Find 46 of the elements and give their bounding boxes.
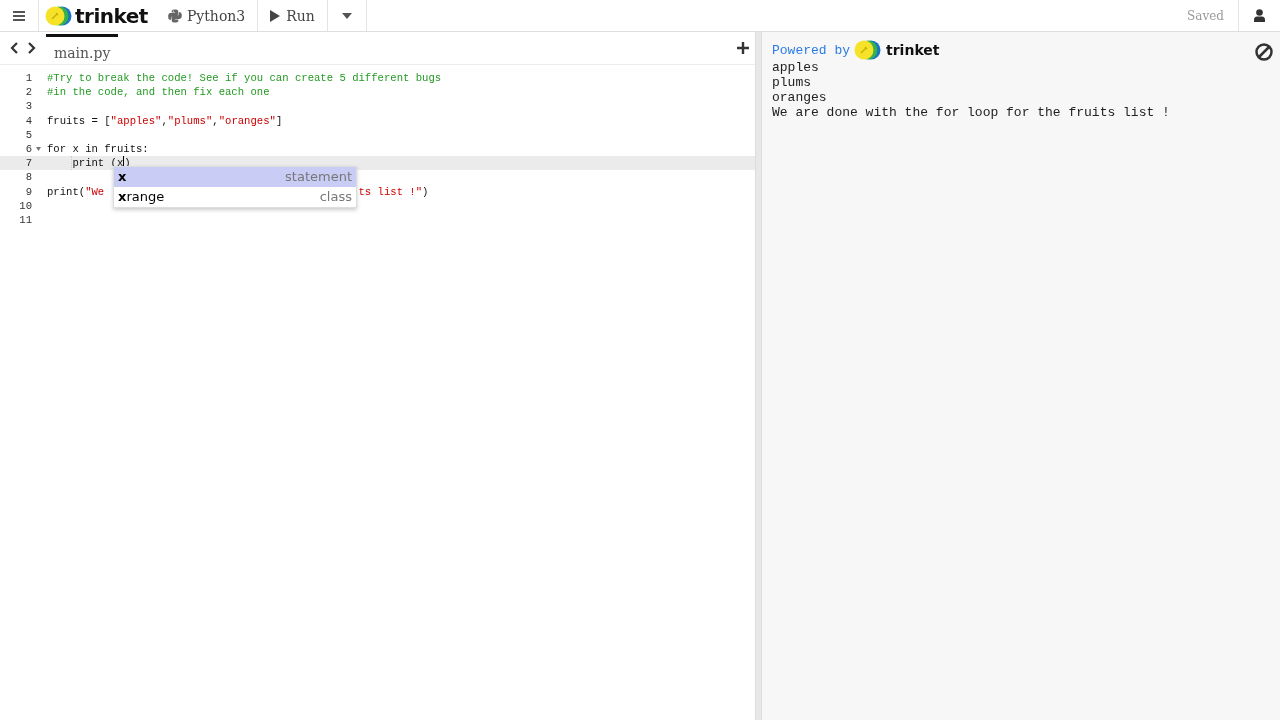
add-file-icon[interactable]	[737, 42, 749, 54]
output-line: plums	[772, 75, 812, 90]
line-number: 10	[19, 199, 32, 212]
code-token: "We	[85, 184, 106, 199]
code-token: for x in fruits:	[47, 141, 149, 157]
line-number: 2	[25, 86, 32, 99]
brand-name[interactable]: trinket	[886, 42, 940, 58]
save-status: Saved	[1187, 8, 1225, 23]
brand-name[interactable]: trinket	[75, 3, 148, 28]
code-token: ts list !"	[358, 184, 423, 199]
logo-icon	[45, 5, 73, 26]
output-line: apples	[772, 60, 820, 75]
powered-by-text: Powered by	[772, 42, 850, 58]
file-tab[interactable]: main.py	[46, 34, 119, 64]
code-token: #Try to break the code! See if you can create 5 different bugs	[47, 71, 442, 86]
output-line: oranges	[772, 90, 828, 105]
output-line: We are done with the for loop for the fruits list !	[772, 105, 1171, 120]
code-token: )	[422, 184, 429, 199]
line-number: 5	[25, 128, 32, 141]
python-icon	[167, 8, 182, 23]
line-number: 8	[25, 171, 32, 184]
line-number: 6	[25, 142, 32, 155]
code-brackets-icon[interactable]	[9, 41, 37, 55]
suggestion-item[interactable]: xrange class	[114, 187, 356, 207]
line-number: 9	[25, 185, 32, 198]
language-button[interactable]: Python3	[155, 0, 259, 31]
line-number: 4	[25, 114, 32, 127]
code-token: "plums"	[167, 113, 213, 128]
clear-icon[interactable]	[1254, 42, 1274, 62]
fold-icon[interactable]	[36, 146, 41, 151]
code-token: "oranges"	[218, 113, 276, 128]
run-button[interactable]: Run	[258, 0, 328, 31]
line-number: 3	[25, 100, 32, 113]
code-token: #in the code, and then fix each one	[47, 85, 270, 100]
code-token: fruits = [	[47, 113, 111, 128]
line-number: 1	[25, 72, 32, 84]
code-token: print(	[47, 184, 86, 199]
code-token: ,	[161, 113, 168, 128]
code-token: "apples"	[110, 113, 162, 128]
code-token: ,	[212, 113, 219, 128]
play-icon	[270, 9, 281, 22]
line-number: 11	[19, 213, 32, 226]
suggestion-item[interactable]: x statement	[114, 167, 356, 187]
line-number: 7	[25, 157, 32, 170]
logo-icon	[854, 40, 882, 60]
code-token: ]	[275, 113, 283, 128]
